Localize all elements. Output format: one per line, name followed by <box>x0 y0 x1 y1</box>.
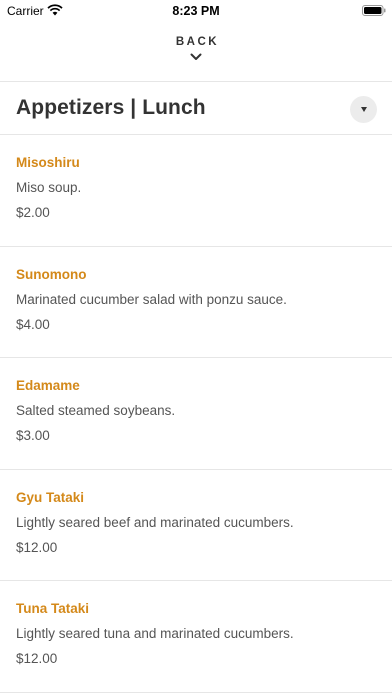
menu-item-name: Sunomono <box>16 266 87 282</box>
menu-list: Misoshiru Miso soup. $2.00 Sunomono Mari… <box>0 135 392 693</box>
menu-item-price: $12.00 <box>16 651 58 666</box>
dropdown-caret-icon <box>360 107 367 112</box>
menu-item[interactable]: Edamame Salted steamed soybeans. $3.00 <box>0 358 392 470</box>
menu-item-name: Gyu Tataki <box>16 489 85 505</box>
back-button[interactable]: BACK <box>0 36 392 72</box>
page-title: Appetizers | Lunch <box>16 96 206 119</box>
menu-item-name: Tuna Tataki <box>16 601 90 616</box>
battery-icon <box>362 5 386 16</box>
menu-item-description: Lightly seared tuna and marinated cucumb… <box>16 626 294 641</box>
header-divider <box>0 81 392 82</box>
screen: Carrier 8:23 PM BACK Appetizers | Lunch … <box>0 0 392 696</box>
menu-item-description: Salted steamed soybeans. <box>16 403 176 418</box>
menu-item-description: Marinated cucumber salad with ponzu sauc… <box>16 291 287 307</box>
category-dropdown-button[interactable] <box>350 96 377 123</box>
menu-item-price: $3.00 <box>16 428 50 443</box>
status-time: 8:23 PM <box>172 4 220 18</box>
menu-item[interactable]: Misoshiru Miso soup. $2.00 <box>0 135 392 247</box>
menu-item-description: Lightly seared beef and marinated cucumb… <box>16 514 294 530</box>
status-bar: Carrier 8:23 PM <box>0 0 392 22</box>
menu-item[interactable]: Gyu Tataki Lightly seared beef and marin… <box>0 470 392 581</box>
menu-item[interactable]: Sunomono Marinated cucumber salad with p… <box>0 247 392 358</box>
menu-item[interactable]: Tuna Tataki Lightly seared tuna and mari… <box>0 581 392 693</box>
menu-item-name: Misoshiru <box>16 155 80 170</box>
menu-item-price: $4.00 <box>16 316 50 332</box>
menu-item-name: Edamame <box>16 378 80 393</box>
chevron-down-icon <box>190 53 202 60</box>
menu-item-price: $12.00 <box>16 539 58 555</box>
menu-item-price: $2.00 <box>16 205 50 220</box>
menu-item-description: Miso soup. <box>16 180 82 195</box>
back-label: BACK <box>175 36 220 48</box>
